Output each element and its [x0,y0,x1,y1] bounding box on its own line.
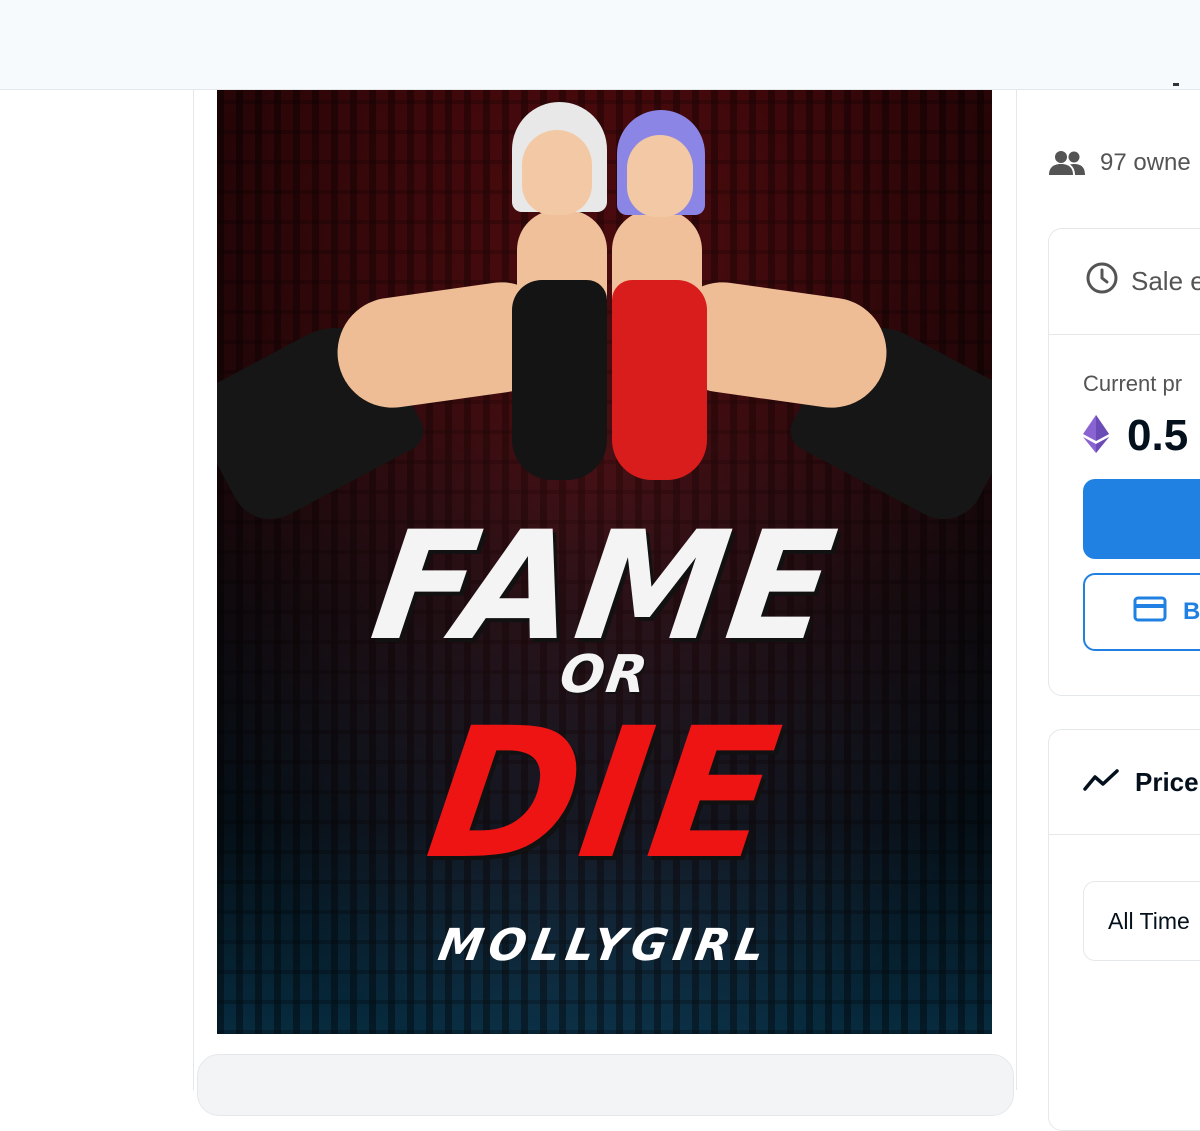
owners-count-label: 97 owne [1100,149,1191,176]
artwork-face-left [522,130,592,215]
ethereum-icon [1083,414,1109,458]
make-offer-button[interactable]: B [1083,573,1200,651]
description-card [197,1054,1014,1116]
price-history-card: Price All Time [1048,729,1200,1131]
owners-count[interactable]: 97 owne [1048,145,1191,181]
artwork-red-dress [612,280,707,480]
artwork-title-die: DIE [417,690,792,899]
make-offer-label: B [1183,598,1200,625]
sale-end-header: Sale e [1049,229,1200,335]
sale-card: Sale e Current pr 0.5 B [1048,228,1200,696]
trend-line-icon [1083,767,1119,798]
nft-artwork-image[interactable]: FAME OR DIE MOLLYGIRL [217,90,992,1034]
price-history-title: Price [1135,766,1199,797]
people-icon [1048,150,1086,176]
clock-icon [1085,261,1119,302]
time-range-select[interactable]: All Time [1083,881,1200,961]
header-divider-mark [1173,83,1179,86]
price-history-header[interactable]: Price [1049,730,1200,835]
time-range-value: All Time [1108,907,1190,934]
current-price-label: Current pr [1083,371,1183,396]
artwork-black-dress [512,280,607,480]
top-navigation-bar [0,0,1200,90]
credit-card-icon [1133,596,1167,629]
artwork-signature: MOLLYGIRL [434,920,775,971]
buy-now-button[interactable] [1083,479,1200,559]
sale-end-label: Sale e [1131,266,1200,296]
artwork-face-right [627,135,693,217]
current-price-value: 0.5 [1127,411,1189,460]
